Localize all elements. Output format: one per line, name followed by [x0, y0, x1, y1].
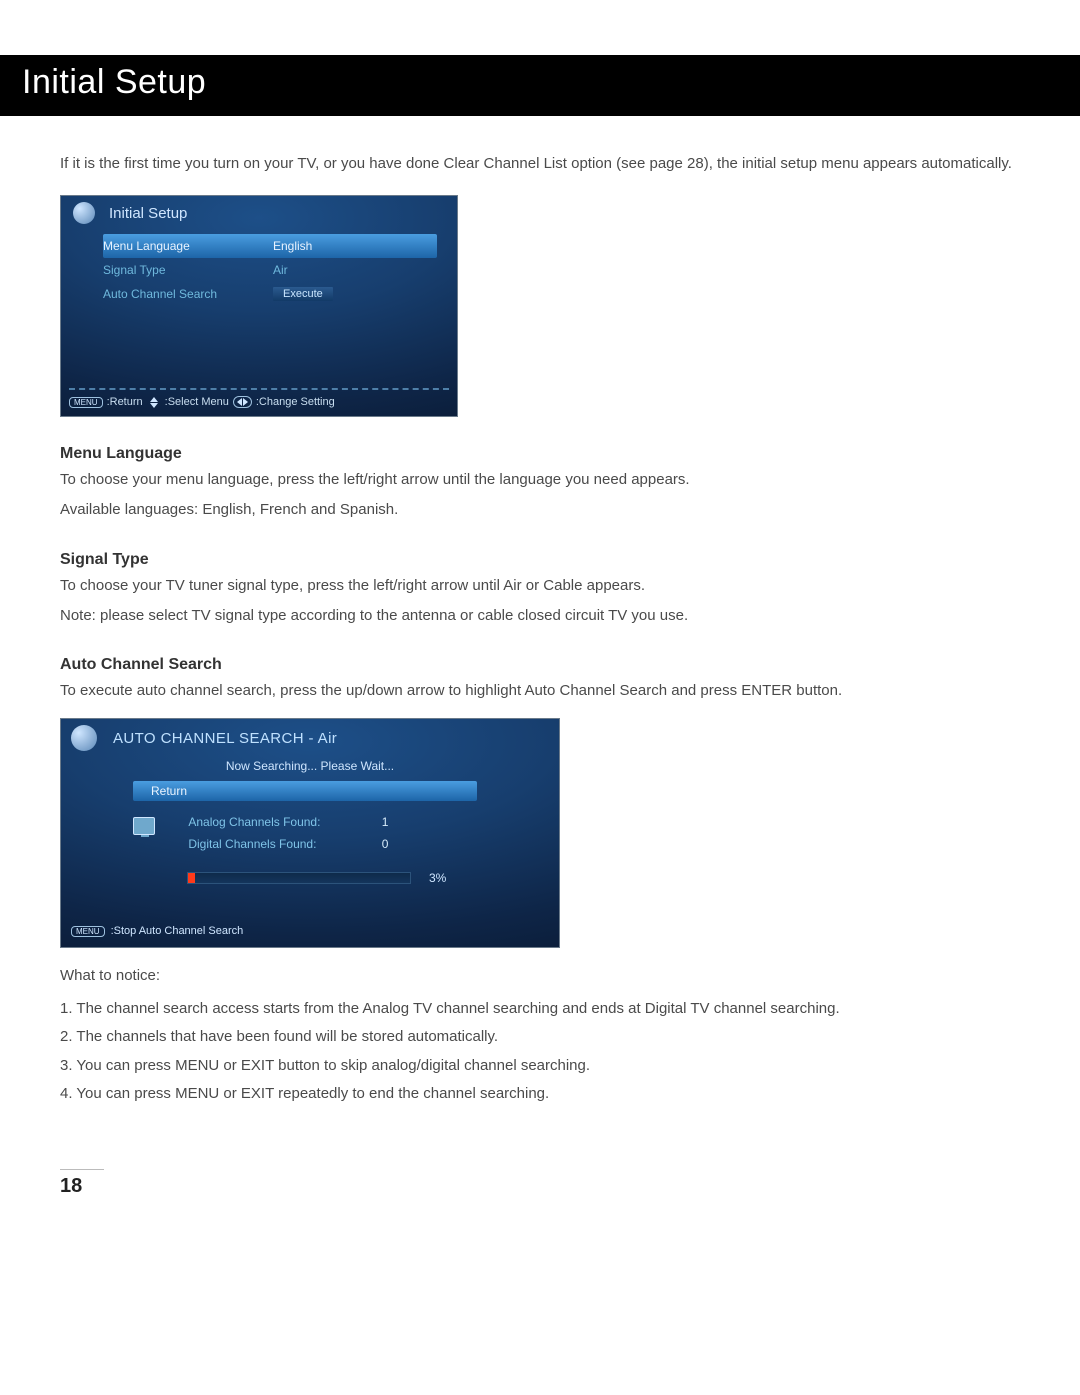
page-body: If it is the first time you turn on your… [0, 152, 1080, 1248]
tv-icon [133, 817, 155, 835]
intro-paragraph: If it is the first time you turn on your… [60, 152, 1020, 175]
osd-footer: MENU :Stop Auto Channel Search [61, 885, 559, 947]
progress-percent: 3% [429, 871, 446, 885]
page-title: Initial Setup [22, 63, 1058, 102]
section-heading-signal-type: Signal Type [60, 551, 1020, 569]
osd-rows: Menu Language English Signal Type Air Au… [61, 228, 457, 310]
digital-found-line: Digital Channels Found: 0 [188, 837, 388, 851]
menu-key-icon: MENU [71, 926, 105, 937]
progress-bar-fill [188, 873, 195, 883]
osd-row-label: Menu Language [103, 239, 273, 253]
footer-return-label: :Return [107, 396, 143, 408]
osd-row-menu-language[interactable]: Menu Language English [103, 234, 437, 258]
section-heading-auto-channel-search: Auto Channel Search [60, 656, 1020, 674]
footer-select-menu-label: :Select Menu [165, 396, 229, 408]
osd-row-value: English [273, 239, 312, 253]
osd-row-value: Air [273, 263, 288, 277]
globe-icon [71, 725, 97, 751]
section-text: Note: please select TV signal type accor… [60, 604, 1020, 629]
osd-titlebar: Initial Setup [61, 196, 457, 228]
notice-list: 1. The channel search access starts from… [60, 995, 1020, 1109]
page-number-area: 18 [60, 1169, 1020, 1198]
notice-item: 2. The channels that have been found wil… [60, 1023, 1020, 1052]
osd-title: Initial Setup [109, 205, 187, 222]
section-heading-menu-language: Menu Language [60, 445, 1020, 463]
osd-row-signal-type[interactable]: Signal Type Air [103, 258, 437, 282]
execute-button[interactable]: Execute [273, 287, 333, 301]
osd-row-label: Signal Type [103, 263, 273, 277]
analog-found-count: 1 [382, 815, 389, 829]
osd-row-label: Auto Channel Search [103, 287, 273, 301]
menu-key-icon: MENU [69, 397, 103, 408]
osd-titlebar: AUTO CHANNEL SEARCH - Air [61, 719, 559, 755]
progress-bar [187, 872, 411, 884]
auto-channel-search-osd: AUTO CHANNEL SEARCH - Air Now Searching.… [60, 718, 560, 948]
osd-spacer [61, 310, 457, 388]
globe-icon [73, 202, 95, 224]
leftright-nav-icon [233, 396, 252, 408]
notice-item: 3. You can press MENU or EXIT button to … [60, 1052, 1020, 1081]
osd-return-row: Return [133, 781, 511, 801]
analog-found-line: Analog Channels Found: 1 [188, 815, 388, 829]
footer-stop-label: :Stop Auto Channel Search [111, 925, 244, 937]
notice-heading: What to notice: [60, 964, 1020, 989]
osd-status-text: Now Searching... Please Wait... [61, 759, 559, 773]
notice-item: 4. You can press MENU or EXIT repeatedly… [60, 1080, 1020, 1109]
page-number-rule [60, 1169, 104, 1170]
page-number: 18 [60, 1175, 1020, 1198]
footer-change-setting-label: :Change Setting [256, 396, 335, 408]
section-text: To execute auto channel search, press th… [60, 679, 1020, 704]
progress-row: 3% [187, 871, 487, 885]
section-text: To choose your TV tuner signal type, pre… [60, 574, 1020, 599]
notice-item: 1. The channel search access starts from… [60, 995, 1020, 1024]
digital-found-count: 0 [382, 837, 389, 851]
osd-found-block: Analog Channels Found: 1 Digital Channel… [133, 815, 559, 859]
osd-title: AUTO CHANNEL SEARCH - Air [113, 730, 337, 747]
osd-footer: MENU :Return :Select Menu :Change Settin… [61, 390, 457, 416]
updown-nav-icon [150, 397, 158, 408]
section-text: Available languages: English, French and… [60, 498, 1020, 523]
initial-setup-osd: Initial Setup Menu Language English Sign… [60, 195, 458, 417]
page-header-bar: Initial Setup [0, 55, 1080, 116]
section-text: To choose your menu language, press the … [60, 468, 1020, 493]
digital-found-label: Digital Channels Found: [188, 837, 378, 851]
osd-row-auto-channel-search[interactable]: Auto Channel Search Execute [103, 282, 437, 306]
return-button[interactable]: Return [133, 781, 477, 801]
analog-found-label: Analog Channels Found: [188, 815, 378, 829]
